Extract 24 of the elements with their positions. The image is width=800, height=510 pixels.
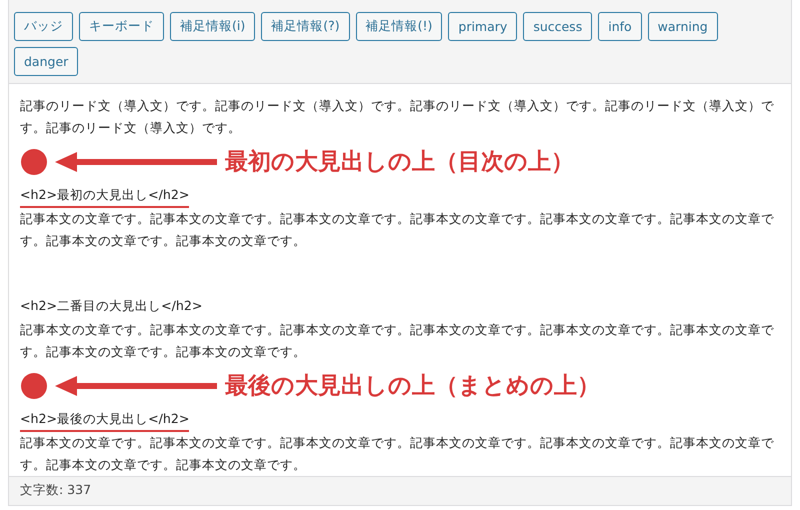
toolbar-button[interactable]: primary [448,12,518,41]
toolbar-button[interactable]: 補足情報(!) [356,12,442,41]
toolbar-button[interactable]: 補足情報(i) [170,12,256,41]
arrow-icon [55,150,217,174]
body-paragraph: 記事のリード文（導入文）です。記事のリード文（導入文）です。記事のリード文（導入文）です。記事のリード文（導入文）です。記事のリード文（導入文）です。 [20,97,775,136]
body-paragraph: 記事本文の文章です。記事本文の文章です。記事本文の文章です。記事本文の文章です。記事本文の文章です。記事本文の文章です。記事本文の文章です。記事本文の文章です。 [20,210,775,250]
body-paragraph: 記事本文の文章です。記事本文の文章です。記事本文の文章です。記事本文の文章です。記事本文の文章です。記事本文の文章です。記事本文の文章です。記事本文の文章です。 [20,434,775,474]
marker-dot [21,149,47,175]
heading-text: <h2>最後の大見出し</h2> [20,410,190,432]
toolbar-button[interactable]: 補足情報(?) [261,12,350,41]
heading-text: <h2>最初の大見出し</h2> [20,186,190,208]
toolbar-button[interactable]: キーボード [79,12,164,41]
annotation-text: 最初の大見出しの上（目次の上） [225,148,574,177]
toolbar-button[interactable]: danger [14,47,78,76]
toolbar-button[interactable]: success [523,12,592,41]
toolbar-button[interactable]: warning [648,12,718,41]
arrow-icon [55,374,217,398]
annotation-text: 最後の大見出しの上（まとめの上） [225,372,600,401]
word-count: 文字数: 337 [20,482,92,497]
toolbar-button[interactable]: バッジ [14,12,73,41]
body-paragraph: 記事本文の文章です。記事本文の文章です。記事本文の文章です。記事本文の文章です。記事本文の文章です。記事本文の文章です。記事本文の文章です。記事本文の文章です。 [20,321,775,360]
marker-dot [21,373,47,399]
toolbar-button[interactable]: info [598,12,642,41]
heading-text: <h2>二番目の大見出し</h2> [20,297,202,315]
